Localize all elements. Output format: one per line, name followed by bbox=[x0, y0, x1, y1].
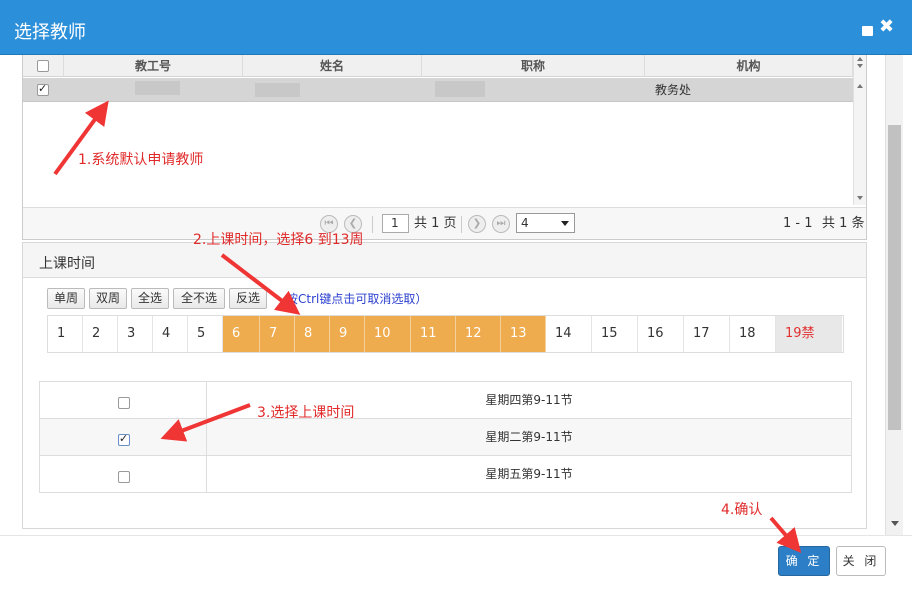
week-2-cell[interactable]: 2 bbox=[83, 316, 118, 352]
column-header-id[interactable]: 教工号 bbox=[64, 55, 243, 77]
slot-label: 星期五第9-11节 bbox=[485, 467, 573, 481]
redacted-title bbox=[435, 81, 485, 97]
class-time-panel: 上课时间 单周 双周 全选 全不选 反选 按Ctrl键点击可取消选取） 1234… bbox=[22, 242, 867, 529]
week-8-cell[interactable]: 8 bbox=[295, 316, 330, 352]
week-9-cell[interactable]: 9 bbox=[330, 316, 365, 352]
total-pages-text: 共 1 页 bbox=[414, 216, 457, 231]
week-16-cell[interactable]: 16 bbox=[638, 316, 684, 352]
panel-title: 上课时间 bbox=[39, 256, 95, 272]
slot-checkbox[interactable] bbox=[118, 432, 130, 446]
time-slot-table: 星期四第9-11节 星期二第9-11节 星期五第9-11节 bbox=[39, 381, 852, 493]
table-row[interactable]: 星期二第9-11节 bbox=[40, 419, 851, 456]
dialog-scrollbar[interactable] bbox=[885, 55, 903, 535]
column-header-name[interactable]: 姓名 bbox=[243, 55, 422, 77]
page-number-input[interactable]: 1 bbox=[382, 214, 409, 233]
table-row[interactable]: 星期五第9-11节 bbox=[40, 456, 851, 493]
scrollbar-thumb[interactable] bbox=[888, 125, 901, 430]
table-row[interactable]: 星期四第9-11节 bbox=[40, 382, 851, 419]
table-row[interactable]: 教务处 bbox=[23, 78, 853, 102]
week-11-cell[interactable]: 11 bbox=[411, 316, 456, 352]
grid-header: 教工号 姓名 职称 机构 bbox=[23, 55, 866, 77]
redacted-name bbox=[255, 83, 300, 97]
teacher-grid: 教工号 姓名 职称 机构 教务处 ⏮ ❮ 1 共 1 页 ❯ ⏭ bbox=[22, 55, 867, 240]
week-7-cell[interactable]: 7 bbox=[260, 316, 295, 352]
close-icon[interactable]: ✖ bbox=[879, 18, 894, 36]
chevron-down-icon bbox=[561, 221, 569, 226]
annotation-3: 3.选择上课时间 bbox=[257, 405, 355, 421]
week-10-cell[interactable]: 10 bbox=[365, 316, 411, 352]
pager-separator bbox=[461, 216, 462, 233]
slot-checkbox[interactable] bbox=[118, 471, 130, 483]
pager-separator bbox=[372, 216, 373, 233]
scroll-up-icon[interactable] bbox=[857, 57, 863, 61]
week-12-cell[interactable]: 12 bbox=[456, 316, 501, 352]
scroll-up-icon[interactable] bbox=[857, 84, 863, 88]
week-4-cell[interactable]: 4 bbox=[153, 316, 188, 352]
last-page-icon[interactable]: ⏭ bbox=[492, 215, 510, 233]
maximize-icon[interactable] bbox=[862, 26, 873, 36]
slot-checkbox[interactable] bbox=[118, 397, 130, 409]
select-all-checkbox[interactable] bbox=[37, 60, 49, 72]
week-15-cell[interactable]: 15 bbox=[592, 316, 638, 352]
annotation-4: 4.确认 bbox=[721, 502, 763, 518]
close-button[interactable]: 关 闭 bbox=[836, 546, 886, 576]
even-weeks-button[interactable]: 双周 bbox=[89, 288, 127, 309]
week-6-cell[interactable]: 6 bbox=[223, 316, 260, 352]
annotation-2: 2.上课时间，选择6 到13周 bbox=[193, 232, 364, 248]
confirm-button[interactable]: 确 定 bbox=[778, 546, 830, 576]
week-3-cell[interactable]: 3 bbox=[118, 316, 153, 352]
next-page-icon[interactable]: ❯ bbox=[468, 215, 486, 233]
week-5-cell[interactable]: 5 bbox=[188, 316, 223, 352]
page-size-value: 4 bbox=[521, 216, 529, 230]
week-selector: 1 2 3 4 5 6 7 8 9 10 11 12 13 14 15 16 17 18 19禁 bbox=[47, 315, 844, 353]
invert-selection-button[interactable]: 反选 bbox=[229, 288, 267, 309]
week-17-cell[interactable]: 17 bbox=[684, 316, 730, 352]
header-checkbox-cell bbox=[23, 55, 64, 77]
week-13-cell[interactable]: 13 bbox=[501, 316, 546, 352]
select-teacher-dialog: 选择教师 ✖ 教工号 姓名 职称 机构 教务处 bbox=[0, 0, 912, 590]
grid-pager: ⏮ ❮ 1 共 1 页 ❯ ⏭ 4 1 - 1 共 1 条 bbox=[23, 207, 866, 239]
grid-scrollbar[interactable] bbox=[853, 55, 866, 205]
scroll-down-icon[interactable] bbox=[857, 64, 863, 68]
scroll-down-icon[interactable] bbox=[857, 196, 863, 200]
odd-weeks-button[interactable]: 单周 bbox=[47, 288, 85, 309]
scroll-down-icon[interactable] bbox=[891, 521, 899, 526]
week-18-cell[interactable]: 18 bbox=[730, 316, 776, 352]
week-1-cell[interactable]: 1 bbox=[48, 316, 83, 352]
dialog-title-bar[interactable]: 选择教师 ✖ bbox=[0, 0, 912, 55]
column-header-title[interactable]: 职称 bbox=[422, 55, 645, 77]
range-text: 1 - 1 bbox=[783, 216, 813, 231]
week-19-cell: 19禁 bbox=[776, 316, 842, 352]
panel-header: 上课时间 bbox=[23, 243, 866, 278]
page-size-select[interactable]: 4 bbox=[516, 213, 575, 233]
dialog-title: 选择教师 bbox=[14, 22, 86, 43]
redacted-id bbox=[135, 81, 180, 95]
total-records-text: 共 1 条 bbox=[822, 216, 865, 231]
ctrl-hint-text: 按Ctrl键点击可取消选取） bbox=[286, 292, 428, 306]
row-checkbox[interactable] bbox=[37, 82, 49, 96]
slot-label: 星期二第9-11节 bbox=[485, 430, 573, 444]
org-cell: 教务处 bbox=[655, 83, 692, 97]
select-all-button[interactable]: 全选 bbox=[131, 288, 169, 309]
annotation-1: 1.系统默认申请教师 bbox=[78, 152, 204, 168]
week-14-cell[interactable]: 14 bbox=[546, 316, 592, 352]
dialog-footer: 确 定 关 闭 bbox=[0, 535, 912, 590]
select-none-button[interactable]: 全不选 bbox=[173, 288, 225, 309]
column-header-org[interactable]: 机构 bbox=[645, 55, 853, 77]
